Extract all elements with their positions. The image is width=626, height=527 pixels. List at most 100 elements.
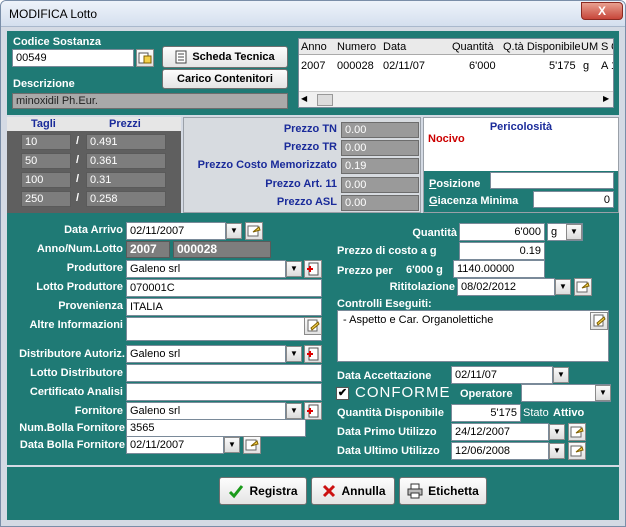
taglio-4[interactable]: 250 [21,191,71,207]
prezzo-tr-field: 0.00 [341,140,419,156]
edit-icon [593,314,606,327]
col-numero: Numero [337,41,377,53]
calendar-button[interactable] [574,278,592,296]
col-qta-disp: Q.tà Disponibile [503,41,581,53]
data-bolla-label: Data Bolla Fornitore [19,439,125,451]
codice-input[interactable]: 00549 [12,49,134,67]
chevron-down-icon[interactable]: ▼ [226,223,242,239]
prezzo-art11-label: Prezzo Art. 11 [265,178,337,190]
ultimo-utilizzo-input[interactable]: 12/06/2008 [451,442,549,460]
add-fornitore-button[interactable] [304,402,322,420]
chevron-down-icon[interactable]: ▼ [224,437,240,453]
chevron-down-icon[interactable]: ▼ [549,443,565,459]
chevron-down-icon[interactable]: ▼ [555,279,571,295]
produttore-select[interactable]: Galeno srl [126,260,286,278]
fornitore-select[interactable]: Galeno srl [126,402,286,420]
annulla-button[interactable]: Annulla [311,477,395,505]
certificato-input[interactable] [126,383,322,401]
edit-altre-info-button[interactable] [304,317,322,335]
window-title: MODIFICA Lotto [9,7,98,21]
distributore-select[interactable]: Galeno srl [126,345,286,363]
cell-c: 1 [611,60,613,72]
horizontal-scrollbar[interactable]: ◀ ▶ [299,91,613,107]
prezzo-per-input[interactable]: 1140.00000 [453,260,545,278]
prezzo-asl-label: Prezzo ASL [276,196,337,208]
lotto-produttore-input[interactable]: 070001C [126,279,322,297]
provenienza-input[interactable]: ITALIA [126,298,322,316]
slash: / [76,135,80,147]
calendar-button[interactable] [568,423,586,441]
carico-contenitori-button[interactable]: Carico Contenitori [162,69,288,89]
quantita-input[interactable]: 6'000 [459,223,545,241]
prezzo-1[interactable]: 0.491 [86,134,166,150]
add-distributore-button[interactable] [304,345,322,363]
calendar-icon [570,426,584,438]
cell-qta-disp: 5'175 [549,60,576,72]
scroll-thumb[interactable] [317,94,333,106]
calendar-button[interactable] [245,222,263,240]
cell-numero: 000028 [337,60,374,72]
calendar-button[interactable] [243,436,261,454]
slash: / [76,192,80,204]
chevron-down-icon[interactable]: ▼ [286,346,302,362]
giacenza-input[interactable]: 0 [533,191,614,208]
giacenza-label: Giacenza Minima [429,195,519,207]
certificato-label: Certificato Analisi [29,386,123,398]
close-button[interactable]: X [581,2,623,20]
anno-num-label: Anno/Num.Lotto [36,243,123,255]
registra-button[interactable]: Registra [219,477,307,505]
col-quantita: Quantità [452,41,494,53]
data-accettazione-label: Data Accettazione [337,370,432,382]
chevron-down-icon[interactable]: ▼ [549,424,565,440]
search-sostanza-button[interactable] [136,49,154,67]
lot-table[interactable]: Anno Numero Data Quantità Q.tà Disponibi… [298,38,614,108]
codice-label: Codice Sostanza [13,36,102,48]
stato-value: Attivo [553,407,585,419]
num-bolla-input[interactable]: 3565 [126,419,306,437]
qta-disp-input[interactable]: 5'175 [451,404,521,422]
taglio-2[interactable]: 50 [21,153,71,169]
conforme-checkbox[interactable]: ✔ [336,387,349,400]
add-produttore-button[interactable] [304,260,322,278]
title-bar: MODIFICA Lotto X [1,1,625,27]
prezzi-header: Prezzi [109,118,141,130]
chevron-down-icon[interactable]: ▼ [566,224,582,240]
posizione-input[interactable] [490,172,614,189]
chevron-down-icon[interactable]: ▼ [286,403,302,419]
etichetta-button[interactable]: Etichetta [399,477,487,505]
costo-input[interactable]: 0.19 [459,242,545,260]
data-accettazione-input[interactable]: 02/11/07 [451,366,553,384]
data-bolla-input[interactable]: 02/11/2007 [126,436,224,454]
primo-utilizzo-input[interactable]: 24/12/2007 [451,423,549,441]
pericolosita-value: Nocivo [428,133,465,145]
chevron-down-icon[interactable]: ▼ [595,385,611,401]
taglio-3[interactable]: 100 [21,172,71,188]
produttore-label: Produttore [66,262,123,274]
edit-controlli-button[interactable] [590,312,608,330]
calendar-icon [245,439,259,451]
lotto-distributore-input[interactable] [126,364,322,382]
calendar-icon [247,225,261,237]
num-field: 000028 [173,241,271,258]
chevron-down-icon[interactable]: ▼ [286,261,302,277]
scroll-left-icon[interactable]: ◀ [301,94,307,103]
taglio-1[interactable]: 10 [21,134,71,150]
lotto-distributore-label: Lotto Distributore [30,367,123,379]
calendar-button[interactable] [568,442,586,460]
prezzo-2[interactable]: 0.361 [86,153,166,169]
controlli-textarea[interactable]: - Aspetto e Car. Organolettiche [337,310,609,362]
scheda-tecnica-button[interactable]: Scheda Tecnica [162,46,288,68]
altre-info-input[interactable] [126,317,322,341]
primo-utilizzo-label: Data Primo Utilizzo [337,426,437,438]
printer-icon [407,483,423,499]
rititolazione-input[interactable]: 08/02/2012 [457,278,555,296]
chevron-down-icon[interactable]: ▼ [553,367,569,383]
ultimo-utilizzo-label: Data Ultimo Utilizzo [337,445,440,457]
data-arrivo-input[interactable]: 02/11/2007 [126,222,226,240]
prezzo-4[interactable]: 0.258 [86,191,166,207]
fornitore-label: Fornitore [74,405,123,417]
controlli-label: Controlli Eseguiti: [337,298,432,310]
window: MODIFICA Lotto X Codice Sostanza 00549 D… [0,0,626,527]
scroll-right-icon[interactable]: ▶ [603,94,609,103]
prezzo-3[interactable]: 0.31 [86,172,166,188]
